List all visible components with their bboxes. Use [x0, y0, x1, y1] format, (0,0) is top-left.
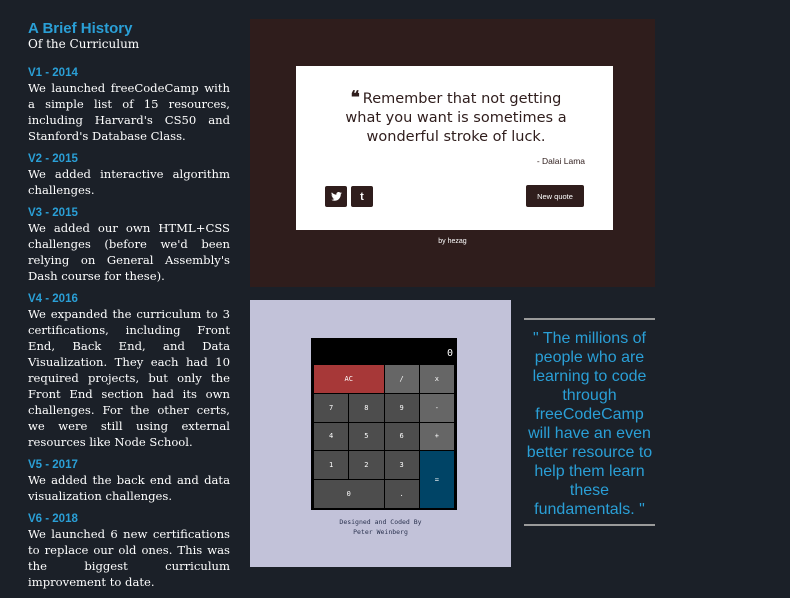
tumblr-icon: t: [360, 190, 364, 203]
history-section: A Brief History Of the Curriculum V1 - 2…: [28, 20, 230, 598]
version-heading-v6: V6 - 2018: [28, 513, 78, 525]
equals-button[interactable]: =: [419, 451, 454, 508]
one-button[interactable]: 1: [314, 451, 349, 480]
multiply-button[interactable]: x: [419, 365, 454, 393]
quote-author: - Dalai Lama: [536, 156, 585, 166]
twitter-icon: [330, 192, 342, 201]
five-button[interactable]: 5: [349, 422, 384, 451]
version-heading-v1: V1 - 2014: [28, 67, 78, 79]
quote-body: Remember that not getting what you want …: [345, 91, 567, 145]
zero-button[interactable]: 0: [314, 480, 384, 508]
version-text-v4: We expanded the curriculum to 3 certific…: [28, 307, 230, 449]
two-button[interactable]: 2: [349, 451, 384, 480]
tweet-quote-button[interactable]: [325, 186, 347, 207]
version-text-v3: We added our own HTML+CSS challenges (be…: [28, 221, 230, 283]
credit-line-author: Peter Weinberg: [353, 528, 408, 536]
nine-button[interactable]: 9: [384, 393, 419, 422]
subtract-button[interactable]: -: [419, 393, 454, 422]
add-button[interactable]: +: [419, 422, 454, 451]
history-subtitle: Of the Curriculum: [28, 37, 140, 51]
version-heading-v2: V2 - 2015: [28, 153, 78, 165]
quote-machine-panel: ❝ Remember that not getting what you want…: [250, 19, 655, 287]
quote-left-icon: ❝: [350, 88, 360, 108]
three-button[interactable]: 3: [384, 451, 419, 480]
version-text-v2: We added interactive algorithm challenge…: [28, 167, 230, 197]
four-button[interactable]: 4: [314, 422, 349, 451]
credit-line-designed: Designed and Coded By: [339, 518, 422, 526]
calculator-display: 0: [311, 338, 457, 364]
quote-box: ❝ Remember that not getting what you want…: [296, 66, 613, 230]
clear-button[interactable]: AC: [314, 365, 384, 393]
version-heading-v4: V4 - 2016: [28, 293, 78, 305]
calculator-credit: Designed and Coded By Peter Weinberg: [250, 517, 511, 537]
divide-button[interactable]: /: [384, 365, 419, 393]
decimal-button[interactable]: .: [384, 480, 419, 508]
new-quote-button[interactable]: New quote: [526, 185, 584, 207]
version-heading-v5: V5 - 2017: [28, 459, 78, 471]
version-text-v5: We added the back end and data visualiza…: [28, 473, 230, 503]
tumblr-quote-button[interactable]: t: [351, 186, 373, 207]
version-text-v1: We launched freeCodeCamp with a simple l…: [28, 81, 230, 143]
seven-button[interactable]: 7: [314, 393, 349, 422]
calculator-panel: 0 AC / x 7 8 9 - 4 5 6 + 1 2 3 = 0 . Des…: [250, 300, 511, 567]
history-title: A Brief History: [28, 20, 133, 37]
quote-text: ❝ Remember that not getting what you want…: [336, 89, 576, 147]
calculator-keypad: AC / x 7 8 9 - 4 5 6 + 1 2 3 = 0 .: [314, 365, 454, 508]
version-text-v6: We launched 6 new certifications to repl…: [28, 527, 230, 589]
eight-button[interactable]: 8: [349, 393, 384, 422]
version-heading-v3: V3 - 2015: [28, 207, 78, 219]
mission-quote: " The millions of people who are learnin…: [524, 318, 655, 526]
calculator: 0 AC / x 7 8 9 - 4 5 6 + 1 2 3 = 0 .: [311, 338, 457, 510]
quote-byline: by hezag: [438, 238, 467, 245]
six-button[interactable]: 6: [384, 422, 419, 451]
